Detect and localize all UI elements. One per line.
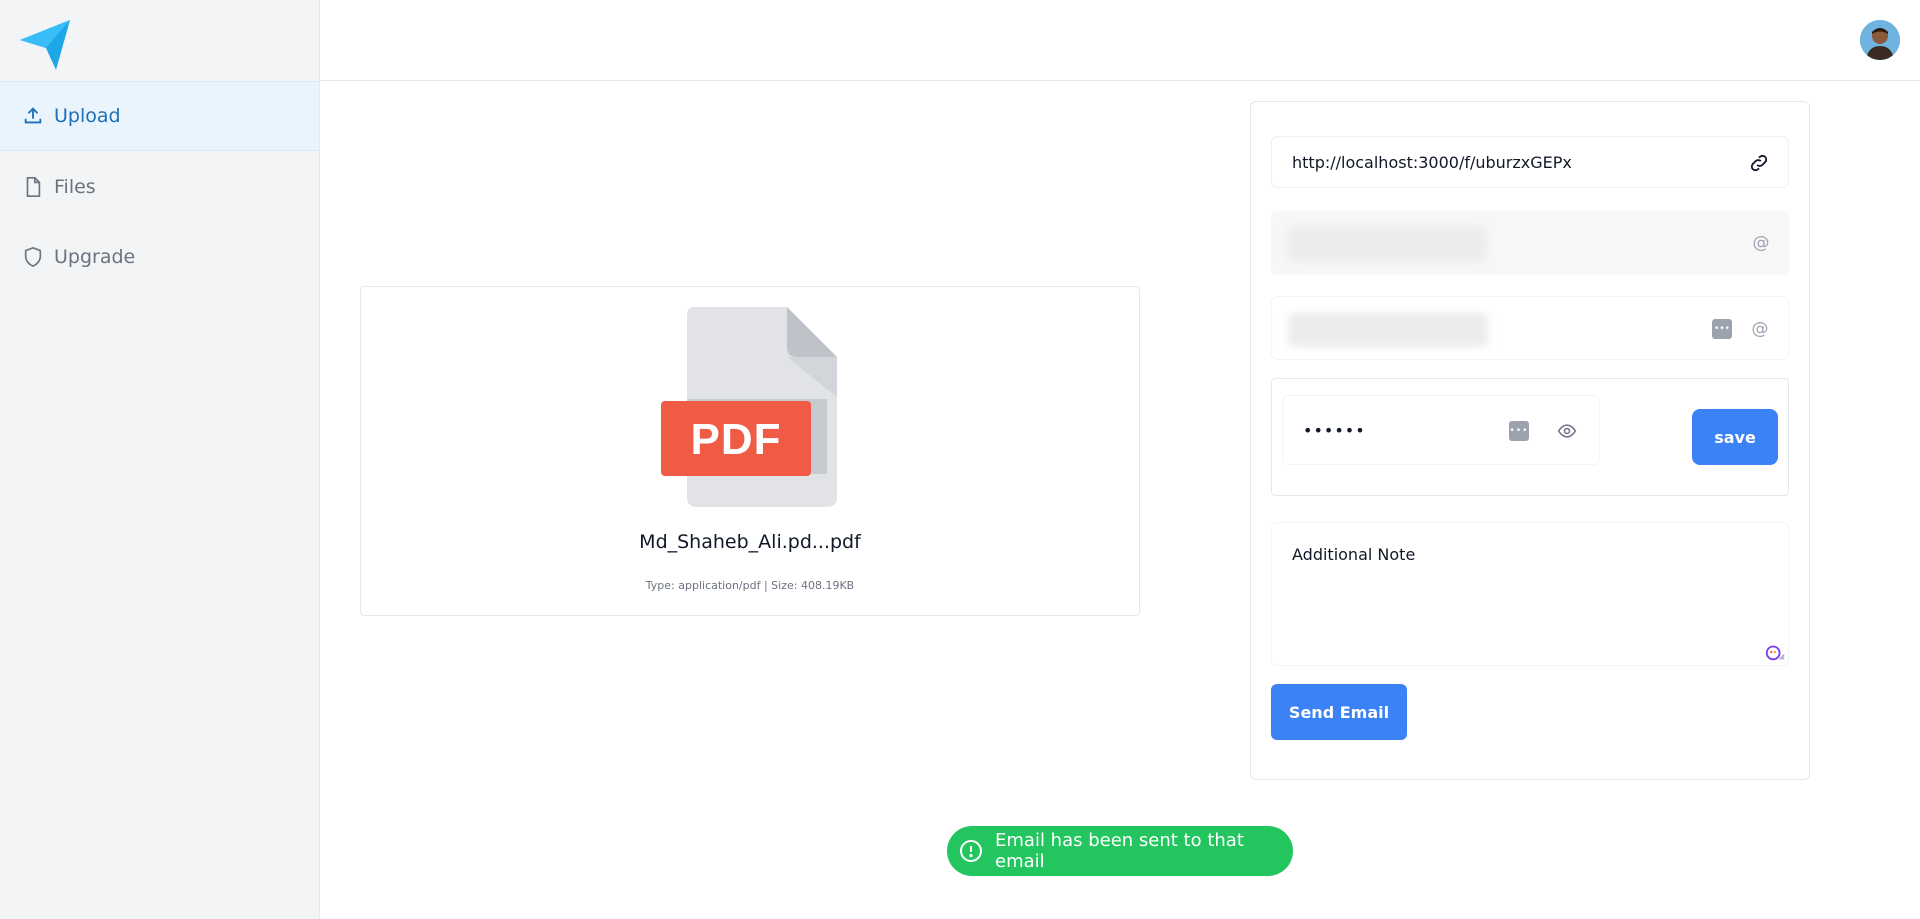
at-icon: @ (1752, 233, 1770, 253)
top-bar (320, 0, 1920, 81)
grammar-assistant-icon[interactable] (1764, 641, 1786, 663)
sidebar-item-upload[interactable]: Upload (0, 81, 319, 151)
sidebar-item-upgrade[interactable]: Upgrade (0, 222, 319, 292)
sidebar-item-label: Upgrade (54, 246, 136, 268)
sidebar: Upload Files Upgrade (0, 0, 320, 919)
sidebar-item-label: Files (54, 176, 96, 198)
pdf-badge-label: PDF (690, 415, 782, 464)
password-manager-icon[interactable]: ••• (1509, 421, 1529, 441)
note-placeholder: Additional Note (1292, 545, 1416, 564)
send-email-button[interactable]: Send Email (1271, 684, 1407, 740)
share-panel: http://localhost:3000/f/uburzxGEPx @ •••… (1250, 101, 1810, 780)
alert-circle-icon (959, 839, 983, 863)
password-manager-icon[interactable]: ••• (1712, 319, 1732, 339)
user-avatar[interactable] (1860, 20, 1900, 60)
file-icon (22, 176, 44, 198)
save-button[interactable]: save (1692, 409, 1778, 465)
shield-icon (22, 246, 44, 268)
at-icon: @ (1751, 319, 1769, 339)
blurred-value (1288, 313, 1488, 347)
file-preview-card: PDF Md_Shaheb_Ali.pd...pdf Type: applica… (360, 286, 1140, 616)
sidebar-item-files[interactable]: Files (0, 152, 319, 222)
sidebar-item-label: Upload (54, 105, 121, 127)
blurred-value (1287, 227, 1487, 261)
share-url-text: http://localhost:3000/f/uburzxGEPx (1292, 152, 1572, 172)
file-meta: Type: application/pdf | Size: 408.19KB (645, 579, 855, 592)
additional-note-textarea[interactable]: Additional Note (1271, 522, 1789, 666)
copy-link-icon[interactable] (1748, 152, 1770, 174)
email-field-from[interactable]: @ (1271, 211, 1789, 275)
success-toast: Email has been sent to that email (947, 826, 1293, 876)
eye-icon[interactable] (1557, 421, 1577, 441)
password-value: •••••• (1303, 420, 1366, 440)
file-name: Md_Shaheb_Ali.pd...pdf (639, 531, 861, 553)
email-field-to[interactable]: ••• @ (1271, 296, 1789, 360)
password-section: •••••• ••• save (1271, 378, 1789, 496)
share-url-field[interactable]: http://localhost:3000/f/uburzxGEPx (1271, 136, 1789, 188)
upload-icon (22, 105, 44, 127)
password-input[interactable]: •••••• ••• (1282, 395, 1600, 465)
toast-message: Email has been sent to that email (995, 830, 1244, 872)
paper-plane-logo-icon[interactable] (18, 18, 72, 72)
pdf-file-icon: PDF (661, 307, 841, 507)
